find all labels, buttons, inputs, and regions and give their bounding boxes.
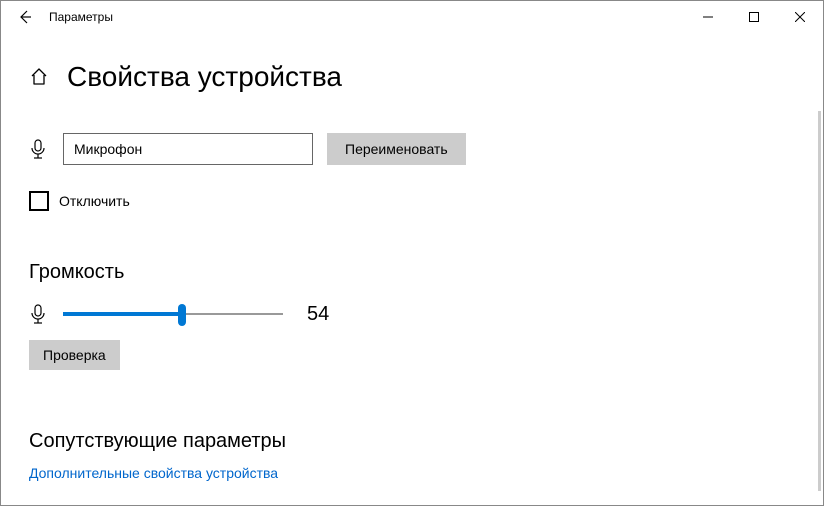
slider-thumb[interactable] <box>178 304 186 326</box>
disable-label: Отключить <box>59 193 130 209</box>
disable-checkbox[interactable] <box>29 191 49 211</box>
slider-fill <box>63 312 182 316</box>
test-button[interactable]: Проверка <box>29 340 120 370</box>
device-name-row: Переименовать <box>29 133 795 165</box>
related-section-title: Сопутствующие параметры <box>29 430 795 453</box>
settings-window: Параметры Свойства устройства Пер <box>0 0 824 506</box>
window-title: Параметры <box>49 10 113 24</box>
rename-button[interactable]: Переименовать <box>327 133 466 165</box>
home-button[interactable] <box>29 67 49 87</box>
close-button[interactable] <box>777 1 823 33</box>
device-name-input[interactable] <box>63 133 313 165</box>
back-arrow-icon <box>17 9 33 25</box>
minimize-icon <box>703 12 713 22</box>
disable-row: Отключить <box>29 191 795 211</box>
volume-slider[interactable] <box>63 302 283 326</box>
titlebar: Параметры <box>1 1 823 33</box>
maximize-button[interactable] <box>731 1 777 33</box>
page-title: Свойства устройства <box>67 61 342 93</box>
additional-properties-link[interactable]: Дополнительные свойства устройства <box>29 465 278 481</box>
volume-section-title: Громкость <box>29 261 795 284</box>
home-icon <box>29 67 49 87</box>
content-area: Свойства устройства Переименовать Отключ… <box>1 33 823 483</box>
close-icon <box>795 12 805 22</box>
vertical-scrollbar[interactable] <box>818 111 821 491</box>
window-controls <box>685 1 823 33</box>
page-header: Свойства устройства <box>29 61 795 93</box>
minimize-button[interactable] <box>685 1 731 33</box>
back-button[interactable] <box>9 1 41 33</box>
volume-value: 54 <box>307 303 329 326</box>
microphone-icon <box>29 139 49 159</box>
maximize-icon <box>749 12 759 22</box>
volume-row: 54 <box>29 302 795 326</box>
microphone-volume-icon <box>29 304 49 324</box>
